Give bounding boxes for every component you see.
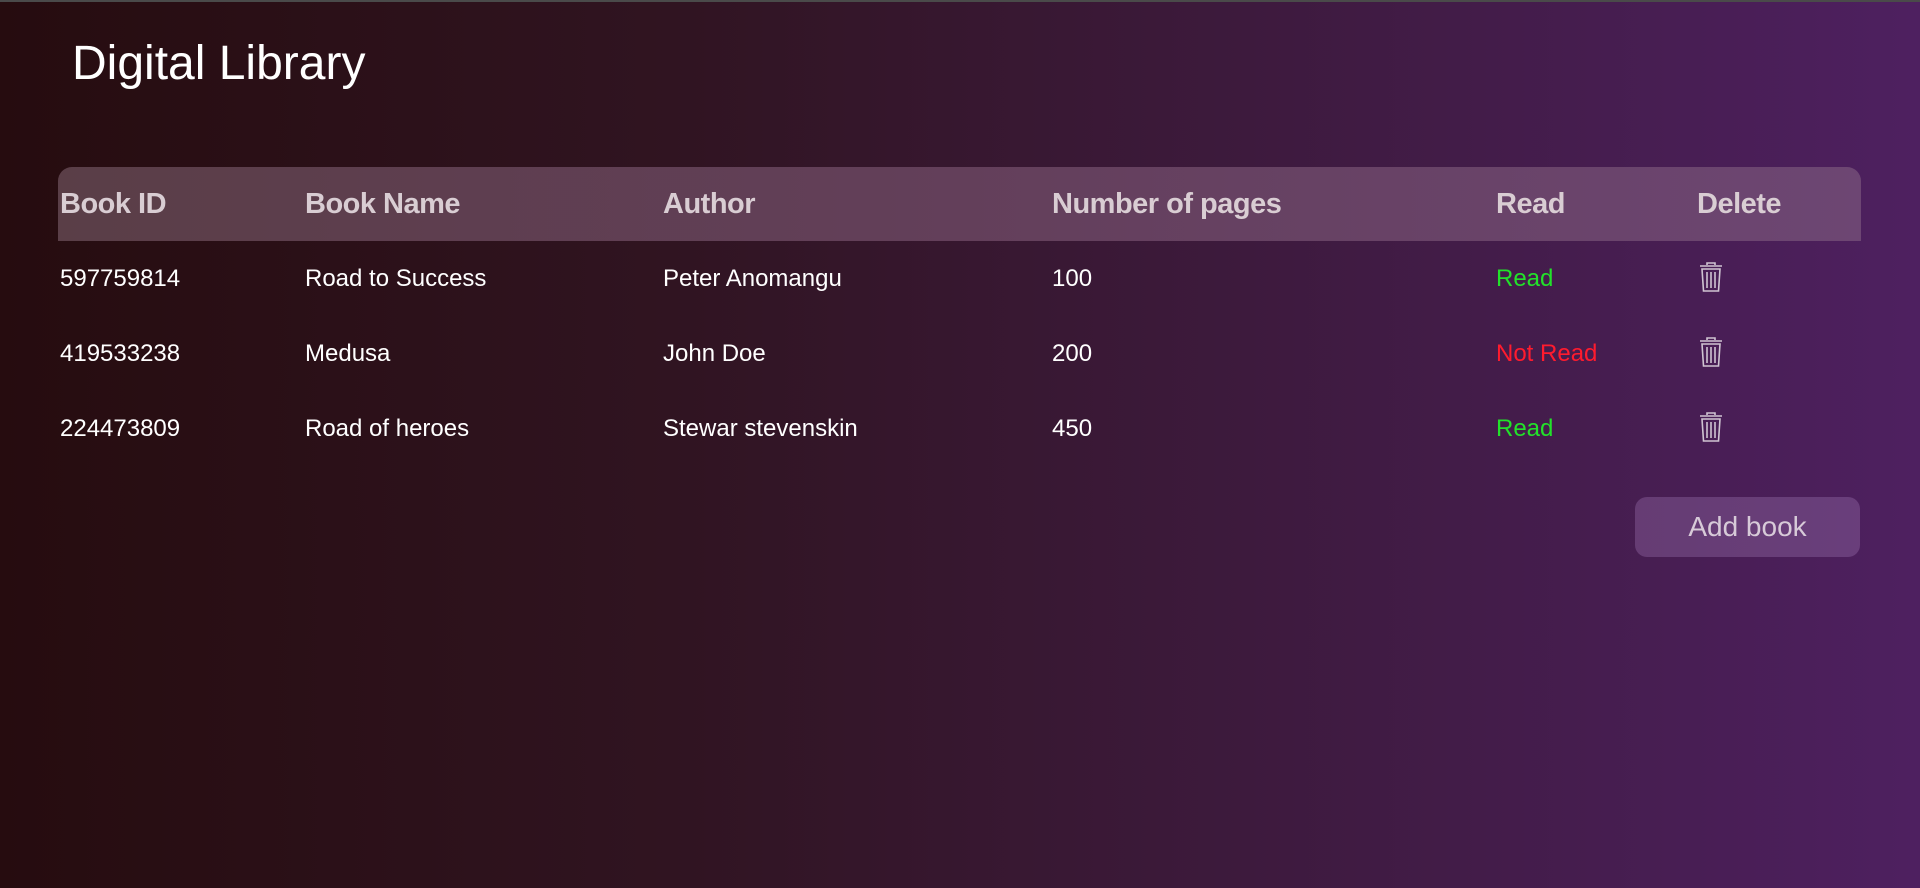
trash-icon[interactable] [1698, 411, 1724, 443]
cell-pages: 450 [1052, 414, 1093, 442]
cell-read-status[interactable]: Read [1494, 241, 1695, 316]
column-header-author: Author [663, 187, 756, 220]
books-table-container: Book ID Book Name Author Number of pages… [58, 167, 1861, 466]
cell-book-name: Road to Success [305, 264, 487, 292]
cell-pages: 200 [1052, 339, 1093, 367]
trash-icon[interactable] [1698, 261, 1724, 293]
cell-delete [1695, 316, 1861, 391]
page-title: Digital Library [72, 37, 366, 90]
cell-book-id: 224473809 [60, 414, 181, 442]
cell-author: Stewar stevenskin [663, 414, 858, 442]
column-header-book-id: Book ID [60, 187, 167, 220]
table-row: 224473809 Road of heroes Stewar stevensk… [58, 391, 1861, 466]
cell-book-id: 419533238 [60, 339, 181, 367]
cell-pages: 100 [1052, 264, 1093, 292]
table-body: 597759814 Road to Success Peter Anomangu… [58, 241, 1861, 466]
trash-icon[interactable] [1698, 336, 1724, 368]
cell-book-id: 597759814 [60, 264, 181, 292]
cell-read-status[interactable]: Read [1494, 391, 1695, 466]
cell-delete [1695, 241, 1861, 316]
cell-author: Peter Anomangu [663, 264, 842, 292]
column-header-book-name: Book Name [305, 187, 461, 220]
cell-author: John Doe [663, 339, 766, 367]
table-row: 419533238 Medusa John Doe 200 Not Read [58, 316, 1861, 391]
add-book-button[interactable]: Add book [1635, 497, 1860, 557]
cell-read-status[interactable]: Not Read [1494, 316, 1695, 391]
cell-book-name: Medusa [305, 339, 391, 367]
window-top-border [0, 0, 1920, 2]
books-table: Book ID Book Name Author Number of pages… [58, 167, 1861, 466]
column-header-pages: Number of pages [1052, 187, 1282, 220]
column-header-delete: Delete [1697, 187, 1782, 220]
cell-book-name: Road of heroes [305, 414, 470, 442]
column-header-read: Read [1496, 187, 1565, 220]
header-row: Book ID Book Name Author Number of pages… [58, 167, 1861, 241]
table-row: 597759814 Road to Success Peter Anomangu… [58, 241, 1861, 316]
table-header: Book ID Book Name Author Number of pages… [58, 167, 1861, 241]
cell-delete [1695, 391, 1861, 466]
